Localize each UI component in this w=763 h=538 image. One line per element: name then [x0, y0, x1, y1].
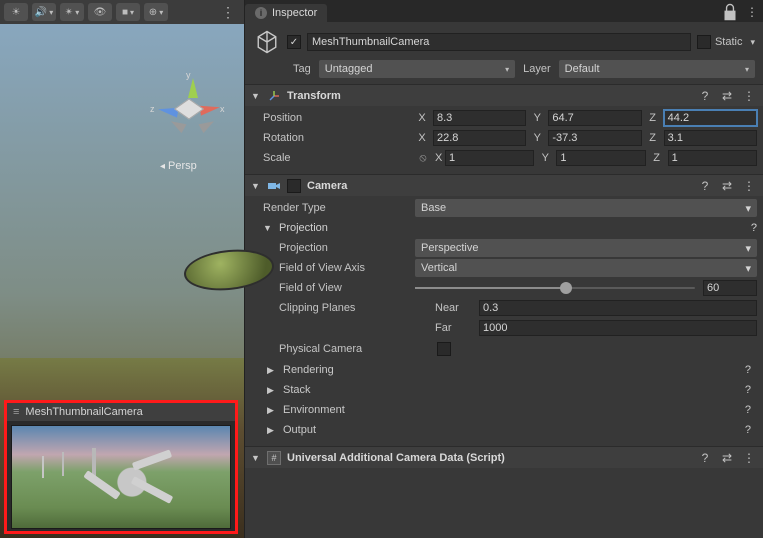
camera-toggle[interactable]: ■ — [116, 3, 140, 21]
projection-dropdown[interactable]: Perspective▾ — [415, 239, 757, 257]
help-icon[interactable]: ? — [745, 404, 751, 416]
y-axis-icon[interactable] — [188, 78, 198, 98]
preset-icon[interactable]: ⇄ — [719, 179, 735, 193]
foldout-icon[interactable]: ▼ — [251, 181, 261, 191]
static-toggle[interactable]: Static ▾ — [697, 35, 755, 49]
more-icon[interactable]: ⋮ — [741, 451, 757, 465]
camera-preview[interactable]: ≡ MeshThumbnailCamera — [4, 400, 238, 534]
help-icon[interactable]: ? — [697, 179, 713, 193]
layer-label: Layer — [523, 63, 551, 75]
transform-header[interactable]: ▼ Transform ? ⇄ ⋮ — [245, 84, 763, 106]
camera-body: Render Type Base▾ ▼Projection ? Projecti… — [245, 196, 763, 446]
constrain-scale-icon[interactable]: ⦸ — [415, 152, 431, 165]
position-y[interactable]: 64.7 — [548, 110, 641, 126]
rotation-x[interactable]: 22.8 — [433, 130, 526, 146]
near-label: Near — [435, 302, 475, 314]
more-icon[interactable]: ⋮ — [741, 179, 757, 193]
drag-handle-icon[interactable]: ≡ — [13, 406, 19, 418]
preview-title: MeshThumbnailCamera — [25, 406, 142, 418]
help-icon[interactable]: ? — [745, 384, 751, 396]
scene-more-icon[interactable]: ⋮ — [217, 4, 240, 21]
inspector-panel: i Inspector ⋮ ✓ MeshThumbnailCamera Stat… — [244, 0, 763, 538]
scale-label: Scale — [251, 152, 411, 164]
scale-x[interactable]: 1 — [445, 150, 534, 166]
enabled-checkbox[interactable]: ✓ — [287, 35, 301, 49]
orientation-gizmo[interactable]: y x z — [150, 70, 230, 150]
projection-toggle[interactable]: Persp — [160, 160, 197, 172]
tab-bar: i Inspector ⋮ — [245, 0, 763, 22]
rotation-y[interactable]: -37.3 — [548, 130, 641, 146]
physical-camera-label: Physical Camera — [251, 343, 437, 355]
render-type-dropdown[interactable]: Base▾ — [415, 199, 757, 217]
position-label: Position — [251, 112, 411, 124]
gameobject-name-field[interactable]: MeshThumbnailCamera — [307, 33, 691, 51]
audio-toggle[interactable]: 🔊 — [32, 3, 56, 21]
gameobject-icon[interactable] — [253, 28, 281, 56]
neg-axis-icon[interactable] — [199, 117, 217, 133]
static-checkbox[interactable] — [697, 35, 711, 49]
lighting-toggle[interactable]: ☀ — [4, 3, 28, 21]
rendering-foldout[interactable]: ▶Rendering? — [251, 360, 757, 380]
tab-inspector[interactable]: i Inspector — [245, 4, 327, 22]
help-icon[interactable]: ? — [751, 222, 757, 234]
fx-toggle[interactable]: ✴ — [60, 3, 84, 21]
preview-render — [11, 425, 231, 529]
far-value[interactable]: 1000 — [479, 320, 757, 336]
more-icon[interactable]: ⋮ — [741, 89, 757, 103]
help-icon[interactable]: ? — [745, 424, 751, 436]
chevron-down-icon[interactable]: ▾ — [750, 37, 755, 48]
script-icon: # — [267, 451, 281, 465]
scene-toolbar: ☀ 🔊 ✴ 👁 ■ ⊕ ⋮ — [0, 0, 244, 24]
fov-label: Field of View — [251, 282, 411, 294]
fov-axis-dropdown[interactable]: Vertical▾ — [415, 259, 757, 277]
rotation-label: Rotation — [251, 132, 411, 144]
gizmos-toggle[interactable]: ⊕ — [144, 3, 168, 21]
environment-foldout[interactable]: ▶Environment? — [251, 400, 757, 420]
render-type-label: Render Type — [251, 202, 411, 214]
position-z[interactable]: 44.2 — [664, 110, 757, 126]
stack-foldout[interactable]: ▶Stack? — [251, 380, 757, 400]
foldout-icon[interactable]: ▼ — [251, 453, 261, 463]
visibility-toggle[interactable]: 👁 — [88, 3, 112, 21]
fov-slider[interactable] — [415, 287, 695, 289]
x-axis-label: x — [220, 104, 225, 114]
y-axis-label: y — [186, 70, 191, 80]
rotation-z[interactable]: 3.1 — [664, 130, 757, 146]
camera-enabled-checkbox[interactable] — [287, 179, 301, 193]
fov-axis-label: Field of View Axis — [251, 262, 411, 274]
scene-view[interactable]: ☀ 🔊 ✴ 👁 ■ ⊕ ⋮ y x z Persp ≡ MeshThumbnai… — [0, 0, 244, 538]
foldout-icon[interactable]: ▼ — [251, 91, 261, 101]
gizmo-cube-icon[interactable] — [174, 99, 204, 120]
help-icon[interactable]: ? — [697, 451, 713, 465]
z-axis-label: z — [150, 104, 155, 114]
output-foldout[interactable]: ▶Output? — [251, 420, 757, 440]
projection-label: Projection — [251, 242, 411, 254]
far-label: Far — [435, 322, 475, 334]
gameobject-header: ✓ MeshThumbnailCamera Static ▾ — [245, 22, 763, 58]
preset-icon[interactable]: ⇄ — [719, 451, 735, 465]
neg-axis-icon[interactable] — [169, 117, 187, 133]
inspector-icon: i — [255, 7, 267, 19]
help-icon[interactable]: ? — [745, 364, 751, 376]
tag-label: Tag — [293, 63, 311, 75]
camera-icon — [267, 179, 281, 193]
urp-camera-header[interactable]: ▼ # Universal Additional Camera Data (Sc… — [245, 446, 763, 468]
scale-z[interactable]: 1 — [668, 150, 757, 166]
fov-value[interactable]: 60 — [703, 280, 757, 296]
help-icon[interactable]: ? — [697, 89, 713, 103]
lock-icon[interactable] — [719, 2, 741, 22]
clipping-label: Clipping Planes — [251, 302, 431, 314]
transform-icon — [267, 89, 281, 103]
projection-foldout[interactable]: ▼Projection ? — [251, 218, 757, 238]
scale-y[interactable]: 1 — [556, 150, 645, 166]
near-value[interactable]: 0.3 — [479, 300, 757, 316]
layer-dropdown[interactable]: Default▾ — [559, 60, 755, 78]
position-x[interactable]: 8.3 — [433, 110, 526, 126]
physical-camera-checkbox[interactable] — [437, 342, 451, 356]
preset-icon[interactable]: ⇄ — [719, 89, 735, 103]
tag-dropdown[interactable]: Untagged▾ — [319, 60, 515, 78]
camera-header[interactable]: ▼ Camera ? ⇄ ⋮ — [245, 174, 763, 196]
transform-body: Position X8.3 Y64.7 Z44.2 Rotation X22.8… — [245, 106, 763, 174]
tab-more-icon[interactable]: ⋮ — [741, 2, 763, 22]
